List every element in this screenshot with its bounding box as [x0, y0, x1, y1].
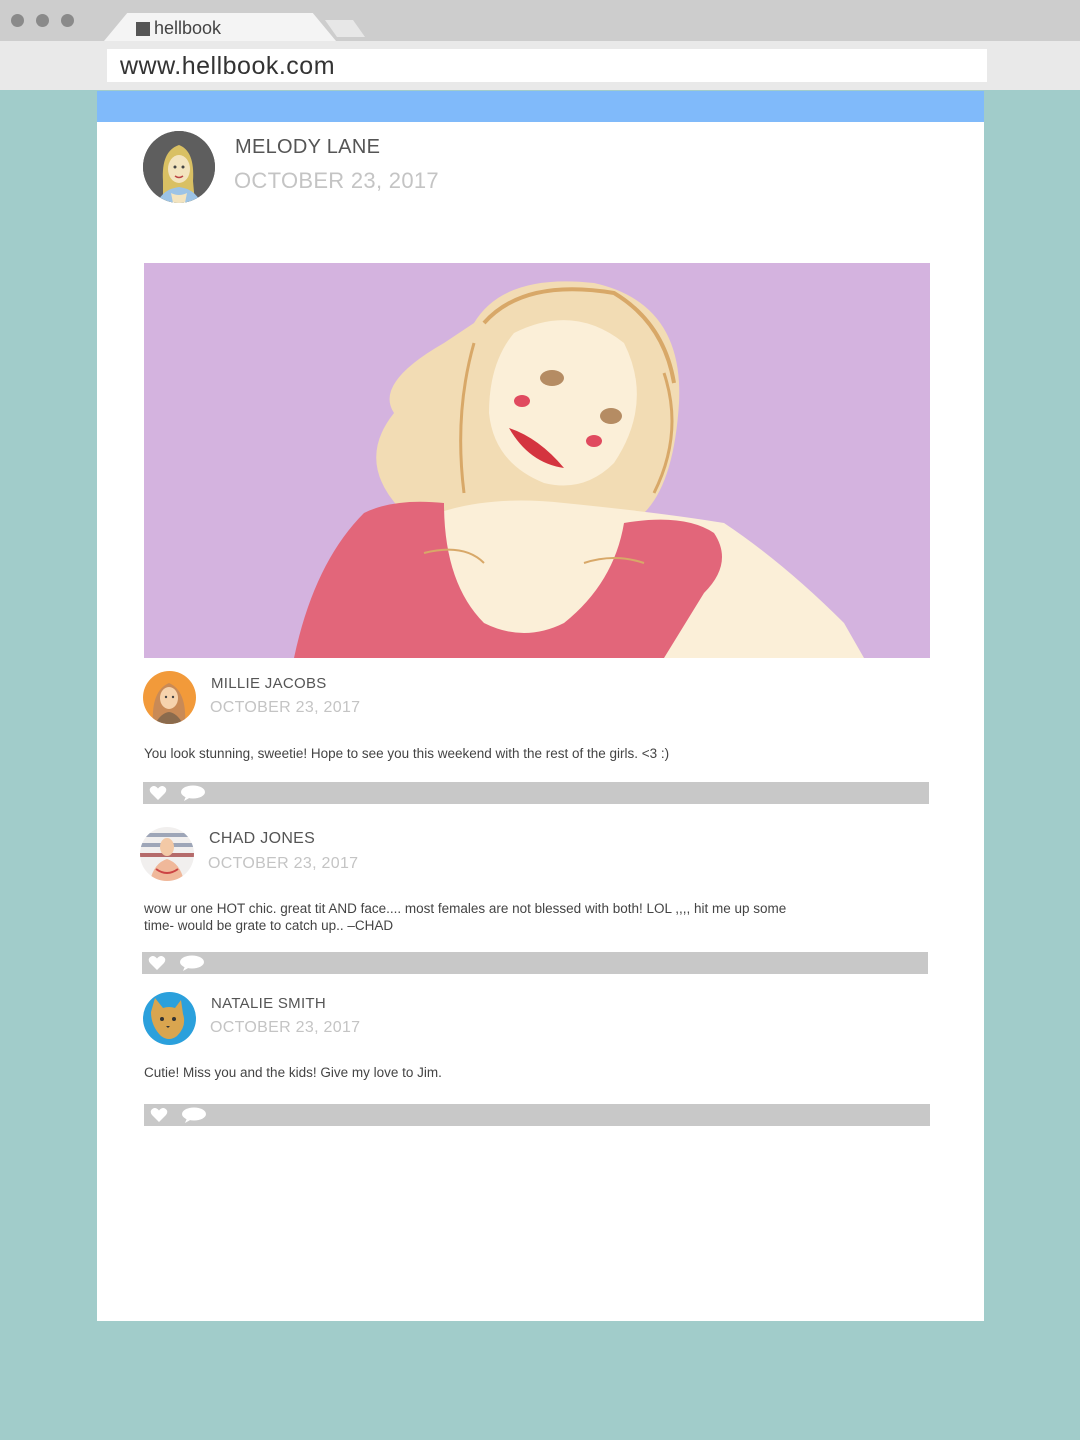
comment-author-name[interactable]: CHAD JONES [209, 830, 315, 848]
comment-bubble-icon[interactable] [181, 1107, 207, 1123]
close-window-button[interactable] [11, 14, 24, 27]
cat-avatar-icon [143, 992, 196, 1045]
post-author-name[interactable]: MELODY LANE [235, 136, 380, 159]
comment-date: OCTOBER 23, 2017 [208, 855, 359, 872]
url-text[interactable]: www.hellbook.com [120, 52, 335, 81]
comment-author-name[interactable]: NATALIE SMITH [211, 995, 326, 1012]
like-heart-icon[interactable] [148, 955, 166, 971]
comment-text-line-1: wow ur one HOT chic. great tit AND face.… [144, 901, 787, 916]
portrait-drawing-icon [144, 263, 930, 658]
like-heart-icon[interactable] [150, 1107, 168, 1123]
post-date: OCTOBER 23, 2017 [234, 168, 439, 193]
avatar-portrait-icon [143, 131, 215, 203]
avatar-portrait-icon [140, 827, 194, 881]
minimize-window-button[interactable] [36, 14, 49, 27]
maximize-window-button[interactable] [61, 14, 74, 27]
window-controls [11, 14, 74, 27]
comment-avatar[interactable] [143, 671, 196, 724]
comment-avatar[interactable] [140, 827, 194, 881]
comment-action-bar [142, 952, 928, 974]
browser-tab-content: hellbook [136, 18, 221, 39]
comment-date: OCTOBER 23, 2017 [210, 699, 361, 716]
favicon-icon [136, 21, 150, 36]
comment-text-line-2: time- would be grate to catch up.. –CHAD [144, 918, 394, 933]
comment-bubble-icon[interactable] [179, 955, 205, 971]
post-photo[interactable] [144, 263, 930, 658]
comment-text: You look stunning, sweetie! Hope to see … [144, 746, 670, 761]
comment-date: OCTOBER 23, 2017 [210, 1019, 361, 1036]
tab-title: hellbook [154, 18, 222, 38]
comment-text: Cutie! Miss you and the kids! Give my lo… [144, 1065, 442, 1080]
comment-author-name[interactable]: MILLIE JACOBS [211, 675, 327, 692]
comment-bubble-icon[interactable] [180, 785, 206, 801]
like-heart-icon[interactable] [149, 785, 167, 801]
avatar-portrait-icon [143, 671, 196, 724]
comment-action-bar [144, 1104, 930, 1126]
site-header-bar [97, 91, 984, 122]
post-author-avatar[interactable] [143, 131, 215, 203]
comment-action-bar [143, 782, 929, 804]
comment-avatar[interactable] [143, 992, 196, 1045]
